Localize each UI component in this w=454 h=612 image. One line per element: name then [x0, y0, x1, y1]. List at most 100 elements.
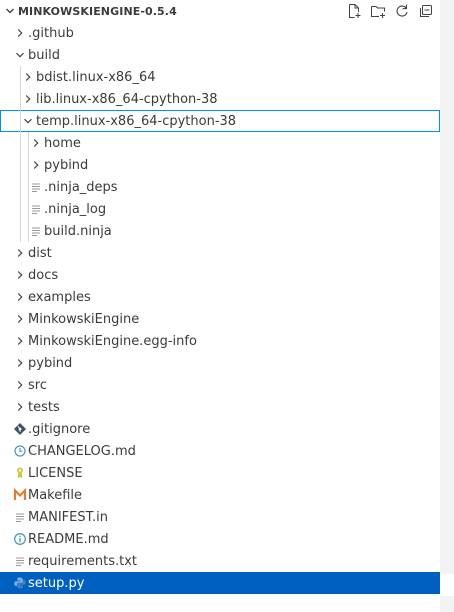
file-item-makefile[interactable]: Makefile	[0, 484, 440, 506]
chevron-down-icon[interactable]	[2, 0, 18, 22]
collapse-all-icon[interactable]	[414, 0, 438, 22]
indent-guide	[20, 110, 21, 132]
folder-item-home[interactable]: home	[0, 132, 440, 154]
chevron-right-icon[interactable]	[28, 132, 44, 154]
tree-item-label: .ninja_log	[44, 201, 107, 217]
folder-item-minkowskiengine[interactable]: MinkowskiEngine	[0, 308, 440, 330]
python-icon	[12, 572, 28, 594]
folder-item-docs[interactable]: docs	[0, 264, 440, 286]
indent-guide	[20, 198, 21, 220]
file-item-manifest-in[interactable]: MANIFEST.in	[0, 506, 440, 528]
workspace-title: MINKOWSKIENGINE-0.5.4	[18, 4, 177, 18]
chevron-right-icon[interactable]	[12, 308, 28, 330]
folder-item-build[interactable]: build	[0, 44, 440, 66]
new-folder-icon[interactable]	[366, 0, 390, 22]
text-file-icon	[28, 220, 44, 242]
chevron-right-icon[interactable]	[12, 22, 28, 44]
folder-item-pybind[interactable]: pybind	[0, 352, 440, 374]
folder-item-minkowskiengine-egg-info[interactable]: MinkowskiEngine.egg-info	[0, 330, 440, 352]
file-item-ninja-deps[interactable]: .ninja_deps	[0, 176, 440, 198]
tree-item-label: temp.linux-x86_64-cpython-38	[36, 113, 237, 129]
chevron-right-icon[interactable]	[12, 374, 28, 396]
indent-guide	[20, 88, 21, 110]
chevron-right-icon[interactable]	[20, 88, 36, 110]
chevron-right-icon[interactable]	[12, 264, 28, 286]
tree-item-label: dist	[28, 245, 52, 261]
indent-guide	[20, 132, 21, 154]
makefile-icon	[12, 484, 28, 506]
chevron-right-icon[interactable]	[12, 396, 28, 418]
tree-item-label: LICENSE	[28, 465, 83, 481]
tree-item-label: tests	[28, 399, 60, 415]
license-icon	[12, 462, 28, 484]
changelog-icon	[12, 440, 28, 462]
text-file-icon	[28, 176, 44, 198]
indent-guide	[20, 66, 21, 88]
tree-item-label: MANIFEST.in	[28, 509, 108, 525]
tree-item-label: .github	[28, 25, 74, 41]
folder-item-github[interactable]: .github	[0, 22, 440, 44]
tree-item-label: .gitignore	[28, 421, 91, 437]
folder-item-dist[interactable]: dist	[0, 242, 440, 264]
indent-guide	[20, 220, 21, 242]
tree-item-label: setup.py	[28, 575, 85, 591]
tree-item-label: MinkowskiEngine.egg-info	[28, 333, 197, 349]
indent-guide	[20, 176, 21, 198]
text-file-icon	[12, 550, 28, 572]
chevron-right-icon[interactable]	[20, 66, 36, 88]
indent-guide	[28, 154, 29, 176]
tree-item-label: Makefile	[28, 487, 83, 503]
tree-item-label: src	[28, 377, 47, 393]
text-file-icon	[12, 506, 28, 528]
chevron-right-icon[interactable]	[28, 154, 44, 176]
tree-item-label: CHANGELOG.md	[28, 443, 136, 459]
folder-item-temp-linux-x86-64-cpython-38[interactable]: temp.linux-x86_64-cpython-38	[0, 110, 440, 132]
tree-item-label: docs	[28, 267, 59, 283]
folder-item-bdist-linux-x86-64[interactable]: bdist.linux-x86_64	[0, 66, 440, 88]
tree-item-label: .ninja_deps	[44, 179, 118, 195]
indent-guide	[28, 132, 29, 154]
indent-guide	[28, 176, 29, 198]
file-item-ninja-log[interactable]: .ninja_log	[0, 198, 440, 220]
file-item-requirements-txt[interactable]: requirements.txt	[0, 550, 440, 572]
tree-item-label: pybind	[28, 355, 73, 371]
chevron-right-icon[interactable]	[12, 242, 28, 264]
text-file-icon	[28, 198, 44, 220]
explorer-actions	[342, 0, 438, 22]
git-icon	[12, 418, 28, 440]
scrollbar[interactable]	[440, 0, 454, 612]
refresh-icon[interactable]	[390, 0, 414, 22]
chevron-right-icon[interactable]	[12, 330, 28, 352]
file-item-changelog-md[interactable]: CHANGELOG.md	[0, 440, 440, 462]
folder-item-tests[interactable]: tests	[0, 396, 440, 418]
tree-item-label: build.ninja	[44, 223, 112, 239]
file-tree: .github build bdist.linux-x86_64 lib.linux-…	[0, 22, 440, 594]
tree-item-label: README.md	[28, 531, 109, 547]
file-item-license[interactable]: LICENSE	[0, 462, 440, 484]
explorer-header[interactable]: MINKOWSKIENGINE-0.5.4	[0, 0, 440, 22]
file-explorer: MINKOWSKIENGINE-0.5.4 .github build bdis…	[0, 0, 440, 612]
tree-item-label: home	[44, 135, 81, 151]
tree-item-label: bdist.linux-x86_64	[36, 69, 156, 85]
folder-item-pybind[interactable]: pybind	[0, 154, 440, 176]
indent-guide	[28, 198, 29, 220]
file-item-build-ninja[interactable]: build.ninja	[0, 220, 440, 242]
file-item-setup-py[interactable]: setup.py	[0, 572, 440, 594]
folder-item-src[interactable]: src	[0, 374, 440, 396]
indent-guide	[20, 154, 21, 176]
tree-item-label: build	[28, 47, 60, 63]
tree-item-label: requirements.txt	[28, 553, 138, 569]
chevron-right-icon[interactable]	[12, 286, 28, 308]
tree-item-label: lib.linux-x86_64-cpython-38	[36, 91, 218, 107]
chevron-down-icon[interactable]	[20, 110, 36, 132]
indent-guide	[28, 220, 29, 242]
new-file-icon[interactable]	[342, 0, 366, 22]
chevron-down-icon[interactable]	[12, 44, 28, 66]
folder-item-lib-linux-x86-64-cpython-38[interactable]: lib.linux-x86_64-cpython-38	[0, 88, 440, 110]
file-item-gitignore[interactable]: .gitignore	[0, 418, 440, 440]
tree-item-label: pybind	[44, 157, 89, 173]
folder-item-examples[interactable]: examples	[0, 286, 440, 308]
chevron-right-icon[interactable]	[12, 352, 28, 374]
file-item-readme-md[interactable]: README.md	[0, 528, 440, 550]
tree-item-label: examples	[28, 289, 91, 305]
